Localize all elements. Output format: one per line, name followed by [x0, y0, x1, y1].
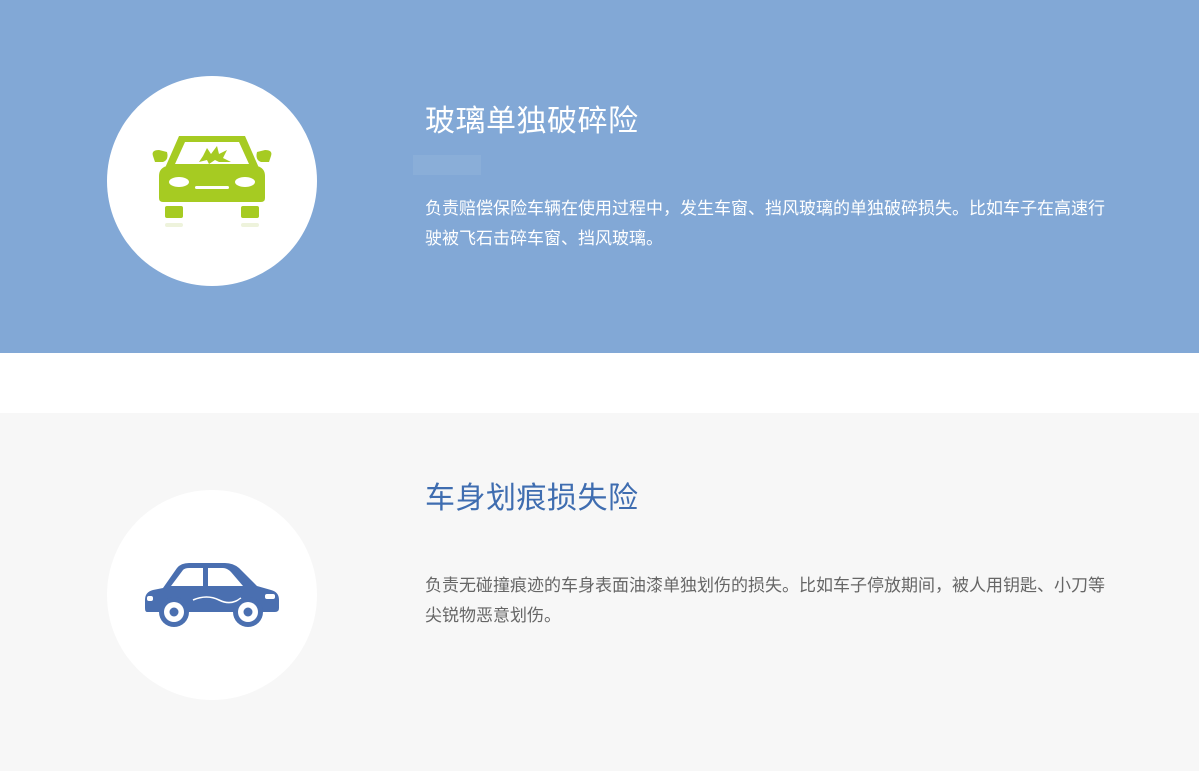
- section-title: 玻璃单独破碎险: [425, 104, 639, 139]
- car-side-scratch-icon: [145, 563, 279, 627]
- section-description: 负责赔偿保险车辆在使用过程中，发生车窗、挡风玻璃的单独破碎损失。比如车子在高速行…: [425, 199, 1105, 249]
- car-broken-glass-icon: [152, 136, 272, 227]
- icon-circle: [107, 76, 317, 286]
- title-underline-placeholder: [413, 155, 481, 175]
- glass-insurance-section: 玻璃单独破碎险 负责赔偿保险车辆在使用过程中，发生车窗、挡风玻璃的单独破碎损失。…: [0, 0, 1199, 353]
- section-title: 车身划痕损失险: [425, 481, 639, 516]
- scratch-insurance-section: 车身划痕损失险 负责无碰撞痕迹的车身表面油漆单独划伤的损失。比如车子停放期间，被…: [0, 413, 1199, 771]
- section-description: 负责无碰撞痕迹的车身表面油漆单独划伤的损失。比如车子停放期间，被人用钥匙、小刀等…: [425, 576, 1105, 626]
- icon-circle: [107, 490, 317, 700]
